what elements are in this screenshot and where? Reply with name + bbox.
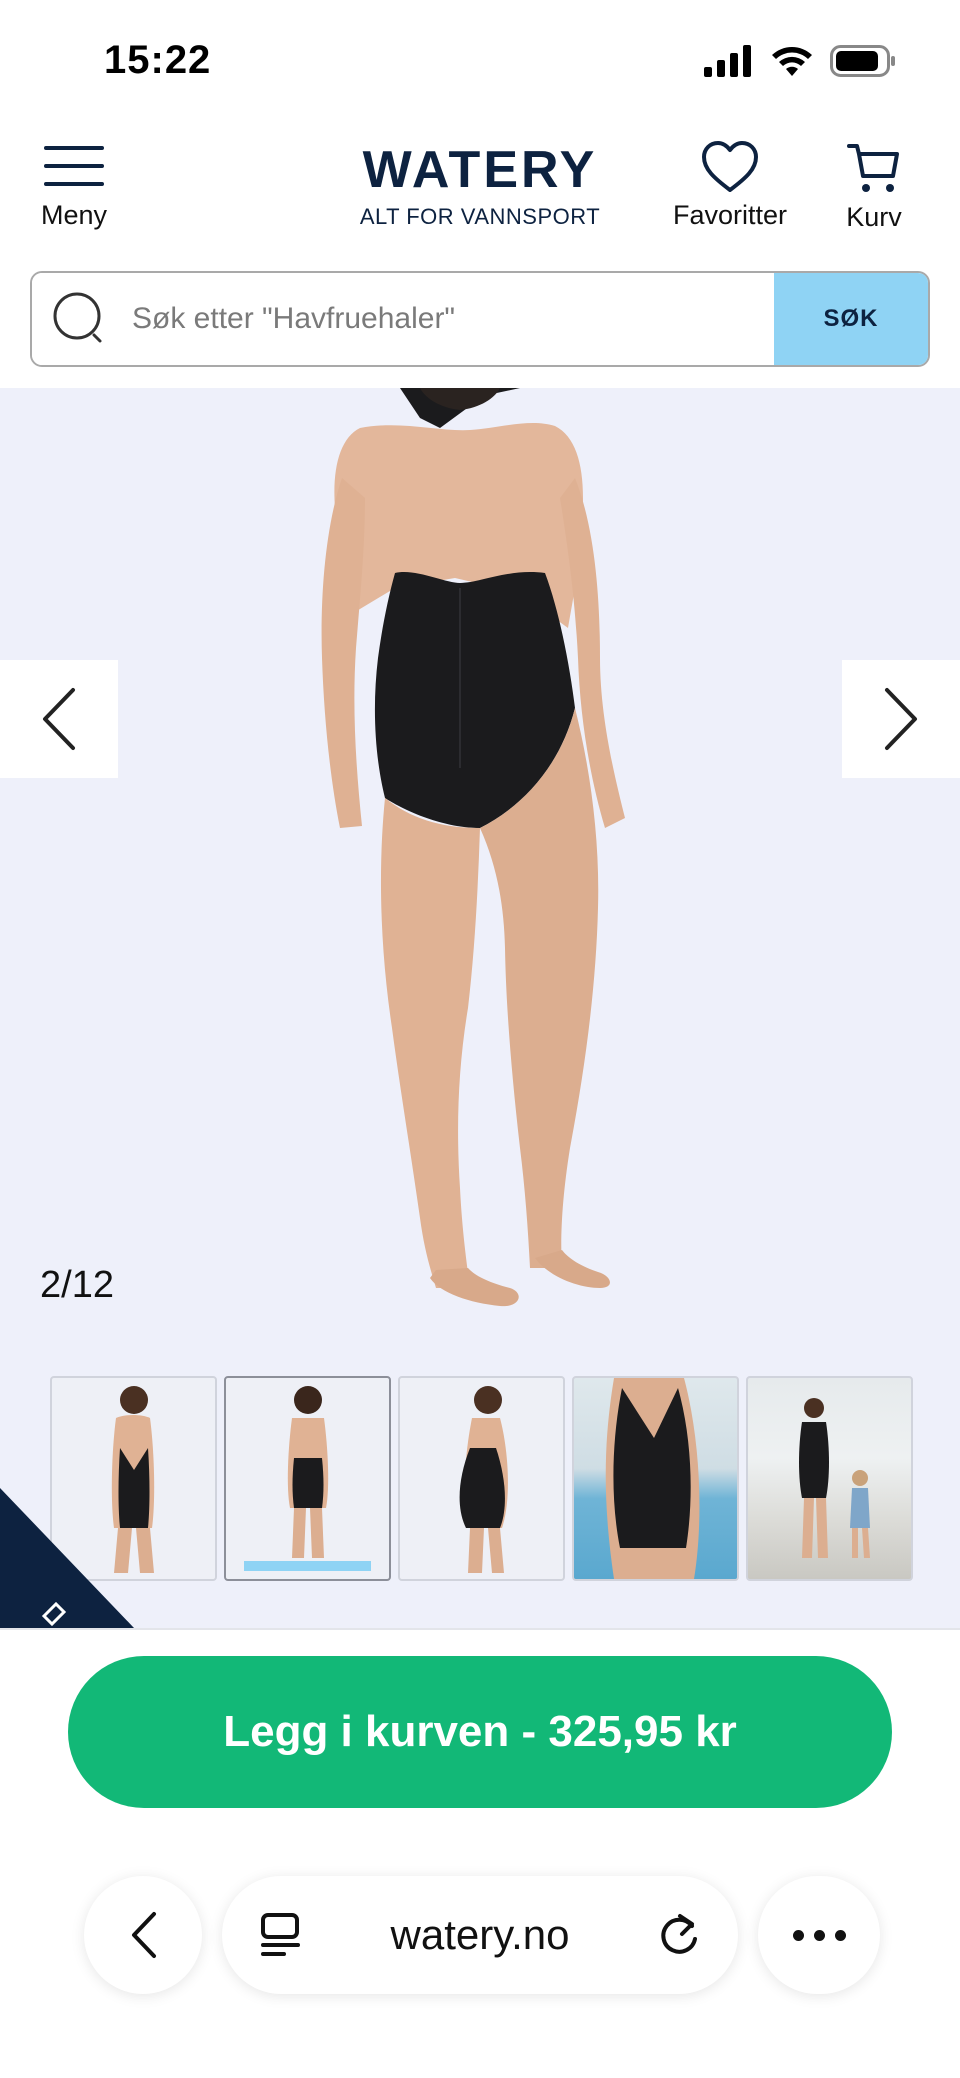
- favorites-label: Favoritter: [672, 200, 788, 230]
- thumbnail-strip: [50, 1376, 913, 1581]
- site-logo[interactable]: WATERY ALT FOR VANNSPORT: [330, 144, 630, 230]
- hamburger-icon: [44, 144, 104, 188]
- thumbnail-pool-closeup[interactable]: [572, 1376, 739, 1581]
- chevron-right-icon: [885, 688, 917, 750]
- thumbnail-back[interactable]: [224, 1376, 391, 1581]
- heart-icon: [702, 141, 758, 192]
- cart-icon: [847, 144, 899, 192]
- thumbnail-pool-hall[interactable]: [746, 1376, 913, 1581]
- status-icons: [704, 44, 896, 78]
- corner-badge[interactable]: [0, 1488, 140, 1628]
- menu-button[interactable]: Meny: [36, 144, 112, 231]
- site-header: Meny WATERY ALT FOR VANNSPORT Favoritter…: [0, 130, 960, 250]
- chevron-left-icon: [43, 688, 75, 750]
- logo-tagline: ALT FOR VANNSPORT: [359, 204, 601, 229]
- product-gallery: 2/12: [0, 388, 960, 1628]
- chevron-left-icon: [132, 1912, 156, 1958]
- add-to-cart-button[interactable]: Legg i kurven - 325,95 kr: [68, 1656, 892, 1808]
- browser-toolbar: watery.no: [0, 1876, 960, 2000]
- more-options-button[interactable]: [758, 1876, 880, 1994]
- search-icon: [53, 292, 102, 343]
- product-image[interactable]: [0, 388, 960, 1328]
- gallery-next-button[interactable]: [842, 660, 960, 778]
- cart-label: Kurv: [846, 202, 902, 232]
- logo-wordmark: WATERY: [362, 141, 598, 199]
- divider: [0, 1628, 960, 1630]
- dot: [813, 1929, 825, 1941]
- address-bar[interactable]: watery.no: [222, 1876, 738, 1994]
- status-time: 15:22: [104, 38, 212, 82]
- search-input[interactable]: [132, 302, 732, 336]
- wifi-icon: [772, 47, 812, 76]
- thumbnail-side[interactable]: [398, 1376, 565, 1581]
- favorites-button[interactable]: Favoritter: [670, 140, 790, 231]
- cart-button[interactable]: Kurv: [836, 140, 912, 233]
- browser-back-button[interactable]: [84, 1876, 202, 1994]
- dot: [834, 1929, 846, 1941]
- status-bar: 15:22: [0, 0, 960, 120]
- battery-icon: [830, 45, 895, 77]
- active-thumbnail-indicator: [244, 1561, 371, 1571]
- search-bar: SØK: [30, 271, 930, 367]
- dot: [792, 1929, 804, 1941]
- menu-label: Meny: [40, 200, 108, 230]
- reload-icon[interactable]: [656, 1912, 702, 1958]
- image-counter: 2/12: [40, 1264, 114, 1306]
- signal-icon: [704, 45, 751, 77]
- gallery-prev-button[interactable]: [0, 660, 118, 778]
- search-field[interactable]: [32, 273, 774, 365]
- search-button[interactable]: SØK: [774, 273, 928, 365]
